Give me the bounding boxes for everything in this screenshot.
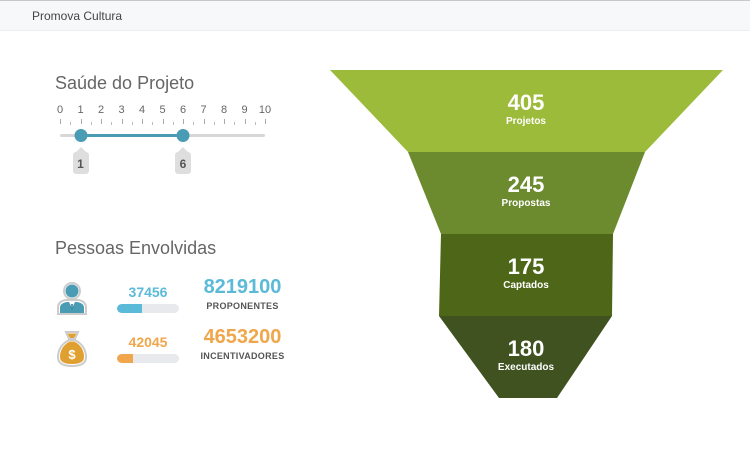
slider-tick-mark — [265, 119, 266, 124]
slider-handle-low[interactable] — [74, 129, 87, 142]
slider-tick-mark — [183, 119, 184, 124]
slider-tick-mark — [80, 119, 82, 124]
slider-minor-tick — [254, 122, 256, 125]
slider-tick-label: 0 — [56, 104, 64, 116]
project-funnel: 405 Projetos 245 Propostas 175 Captados … — [330, 70, 723, 398]
funnel-executados-value: 180 — [508, 336, 545, 361]
slider-tick-mark — [244, 119, 246, 124]
funnel-captados-value: 175 — [508, 254, 545, 279]
user-icon — [57, 282, 87, 315]
slider-tick-mark — [203, 119, 205, 124]
proponentes-label: PROPONENTES — [206, 301, 279, 311]
incentivadores-total: 4653200 — [203, 326, 282, 348]
slider-tick-mark — [121, 119, 123, 124]
slider-handle-high[interactable] — [176, 129, 190, 142]
slider-minor-tick — [213, 122, 215, 125]
incentivadores-progress-fill — [117, 354, 133, 363]
slider-low-value: 1 — [72, 147, 89, 174]
slider-tick-label: 4 — [138, 104, 146, 116]
slider-minor-tick — [111, 122, 113, 125]
slider-tick-label: 8 — [220, 104, 228, 116]
slider-high-value: 6 — [175, 147, 191, 174]
slider-tick-label: 9 — [241, 104, 248, 116]
health-range-slider[interactable]: 1 6 0 1 2 3 4 5 6 7 8 9 10 — [55, 104, 275, 184]
slider-minor-tick — [90, 122, 92, 125]
incentivadores-label: INCENTIVADORES — [200, 351, 285, 361]
slider-tick-label: 6 — [179, 104, 187, 116]
funnel-executados-label: Executados — [498, 362, 555, 373]
slider-minor-tick — [152, 122, 154, 125]
funnel-projetos-value: 405 — [508, 90, 545, 115]
slider-tick-mark — [142, 119, 143, 124]
people-row-proponentes: 37456 8219100 PROPONENTES — [55, 276, 315, 318]
slider-minor-tick — [131, 122, 133, 125]
slider-tick-label: 1 — [77, 104, 84, 116]
slider-tick-mark — [162, 119, 164, 124]
incentivadores-progress-track — [117, 354, 179, 363]
slider-tick-mark — [101, 119, 102, 124]
svg-text:$: $ — [68, 347, 76, 362]
slider-tick-mark — [60, 119, 61, 124]
proponentes-total: 8219100 — [203, 276, 282, 298]
slider-tick-mark — [224, 119, 225, 124]
slider-tick-label: 7 — [200, 104, 207, 116]
proponentes-progress-track — [117, 304, 179, 313]
slider-tick-label: 3 — [118, 104, 125, 116]
people-row-incentivadores: $ 42045 4653200 INCENTIVADORES — [55, 326, 315, 368]
funnel-captados-label: Captados — [503, 280, 549, 291]
money-bag-icon: $ — [56, 331, 88, 368]
top-bar: Promova Cultura — [0, 0, 750, 31]
slider-minor-tick — [172, 122, 174, 125]
slider-tick-label: 5 — [159, 104, 166, 116]
app-title[interactable]: Promova Cultura — [32, 9, 122, 23]
health-section-title: Saúde do Projeto — [55, 73, 195, 93]
funnel-projetos-label: Projetos — [506, 116, 546, 127]
proponentes-small-count: 37456 — [128, 284, 168, 300]
proponentes-progress-fill — [117, 304, 142, 313]
slider-selected-range — [80, 134, 183, 137]
funnel-propostas-value: 245 — [508, 172, 545, 197]
slider-minor-tick — [193, 122, 195, 125]
slider-minor-tick — [234, 122, 236, 125]
funnel-propostas-label: Propostas — [502, 198, 551, 209]
incentivadores-small-count: 42045 — [128, 334, 168, 350]
slider-minor-tick — [70, 122, 72, 125]
people-section-title: Pessoas Envolvidas — [55, 238, 217, 258]
slider-tick-label: 10 — [258, 104, 272, 116]
slider-tick-label: 2 — [97, 104, 105, 116]
